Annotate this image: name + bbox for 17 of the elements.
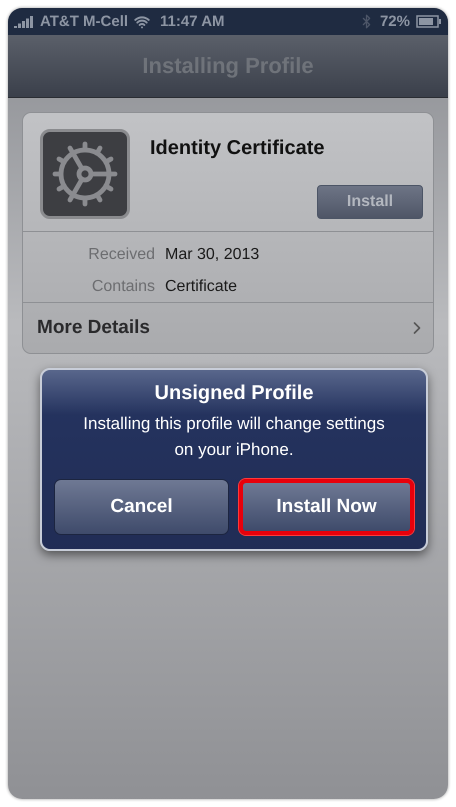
alert-message: Installing this profile will change settings on your iPhone. [82,413,386,461]
detail-value: Certificate [165,278,238,296]
detail-value: Mar 30, 2013 [165,246,260,264]
carrier-name: AT&T M-Cell [40,13,128,30]
wifi-icon [134,14,150,30]
alert-title: Unsigned Profile [154,382,314,405]
battery-percent: 72% [380,13,410,30]
more-details-link[interactable]: More Details [37,317,150,339]
detail-label: Contains [90,278,155,296]
battery-icon [416,15,442,28]
profile-name: Identity Certificate [150,136,326,160]
gear-icon [40,129,130,219]
signal-icon [14,16,34,28]
clock-time: 11:47 AM [160,13,225,30]
alert-button[interactable]: Cancel [54,479,229,535]
alert-button[interactable]: Install Now [239,479,414,535]
detail-label: Received [87,246,155,264]
